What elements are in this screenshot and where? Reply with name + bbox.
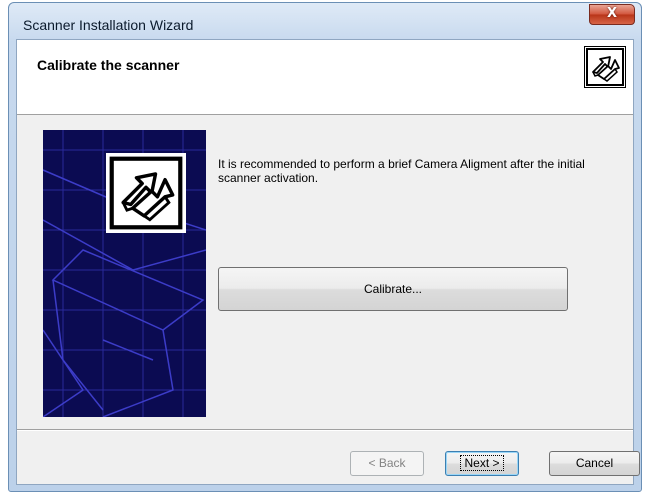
scanner-arrows-icon bbox=[109, 156, 183, 230]
description-text: It is recommended to perform a brief Cam… bbox=[218, 157, 585, 185]
wizard-header: Calibrate the scanner bbox=[17, 40, 633, 115]
close-button[interactable]: X bbox=[589, 4, 635, 25]
wizard-client-area: Calibrate the scanner It is recommended … bbox=[16, 39, 640, 485]
close-icon: X bbox=[606, 6, 618, 21]
back-button[interactable]: < Back bbox=[350, 451, 424, 476]
footer-divider bbox=[17, 429, 633, 431]
page-title: Calibrate the scanner bbox=[37, 57, 180, 73]
title-bar[interactable]: Scanner Installation Wizard X bbox=[9, 3, 641, 39]
side-banner bbox=[43, 130, 206, 417]
window-title: Scanner Installation Wizard bbox=[23, 17, 194, 33]
cancel-button[interactable]: Cancel bbox=[549, 451, 640, 476]
scanner-arrows-icon bbox=[584, 46, 626, 88]
side-logo-frame bbox=[106, 153, 186, 233]
calibrate-button[interactable]: Calibrate... bbox=[218, 267, 568, 311]
next-button-label: Next > bbox=[460, 455, 504, 471]
next-button[interactable]: Next > bbox=[445, 451, 519, 476]
wizard-window: Scanner Installation Wizard X Calibrate … bbox=[8, 2, 642, 492]
